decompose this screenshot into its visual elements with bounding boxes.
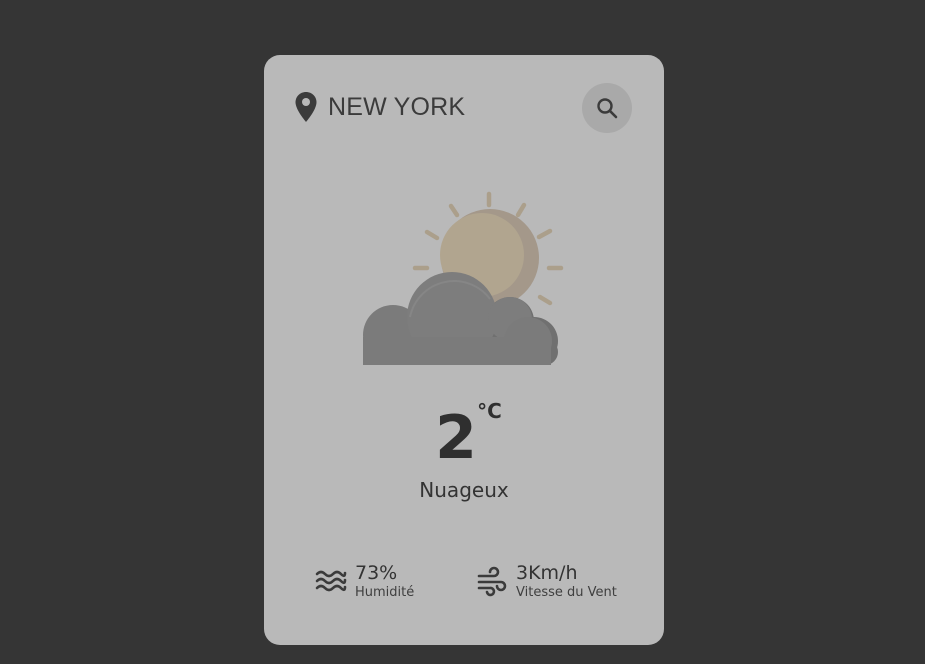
search-button[interactable]: [582, 83, 632, 133]
search-icon: [597, 98, 618, 119]
temperature-unit: °C: [477, 399, 502, 423]
temperature-display: 2 °C: [264, 399, 664, 473]
humidity-waves-icon: [315, 570, 347, 592]
humidity-text: 73% Humidité: [355, 561, 414, 601]
humidity-value: 73%: [355, 562, 398, 584]
wind-value: 3Km/h: [516, 562, 578, 584]
temperature-value: 2: [435, 403, 477, 473]
partly-cloudy-icon: [363, 191, 564, 365]
weather-card: NEW YORK 2 °C Nuageux 73% Humidité 3Km/h…: [264, 55, 664, 645]
humidity-label: Humidité: [355, 585, 415, 600]
temperature-value-wrap: 2 °C: [435, 399, 502, 473]
weather-description: Nuageux: [419, 478, 509, 502]
city-name: NEW YORK: [328, 92, 466, 121]
humidity-stat: 73% Humidité: [315, 561, 414, 601]
wind-icon: [477, 566, 507, 597]
wind-stat: 3Km/h Vitesse du Vent: [476, 561, 617, 601]
wind-label: Vitesse du Vent: [516, 585, 617, 600]
wind-text: 3Km/h Vitesse du Vent: [516, 561, 617, 601]
location-header: NEW YORK: [294, 91, 465, 123]
map-pin-icon: [295, 92, 317, 122]
